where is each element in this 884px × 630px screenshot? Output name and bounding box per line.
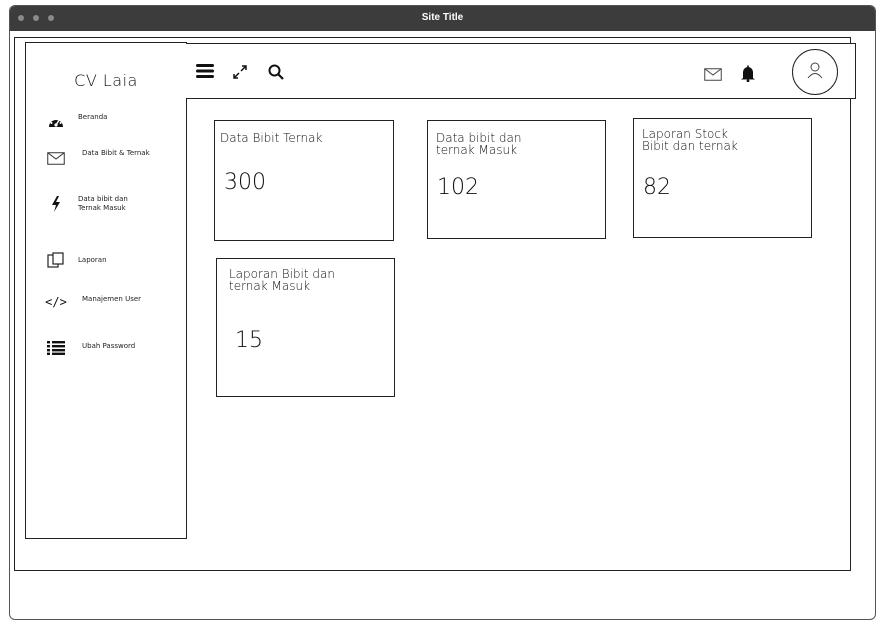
sidebar-item-beranda[interactable]: Beranda [46, 113, 148, 131]
card-value: 300 [224, 170, 266, 195]
card-value: 15 [235, 328, 263, 353]
sidebar-item-data-bibit-masuk[interactable]: Data bibit dan Ternak Masuk [46, 195, 148, 213]
sidebar-item-manajemen-user[interactable]: </> Manajemen User [45, 293, 152, 311]
sidebar-item-label: Manajemen User [82, 295, 142, 303]
card-laporan-bibit-masuk[interactable]: Laporan Bibit dan ternak Masuk 15 [216, 258, 395, 397]
card-value: 82 [643, 175, 671, 200]
brand-name: CV Laia [74, 71, 138, 90]
list-icon [46, 339, 66, 357]
sidebar-item-label: Data Bibit & Ternak [82, 149, 150, 157]
sidebar-item-label: Beranda [78, 113, 108, 121]
card-value: 102 [437, 175, 479, 200]
search-icon[interactable] [268, 64, 284, 84]
dashboard-icon [46, 113, 66, 131]
card-title: Laporan Stock Bibit dan ternak [642, 127, 738, 153]
sidebar-item-label: Laporan [78, 256, 107, 264]
window-title: Site Title [421, 12, 464, 23]
card-title: Laporan Bibit dan ternak Masuk [229, 267, 335, 293]
card-laporan-stock[interactable]: Laporan Stock Bibit dan ternak 82 [633, 118, 812, 238]
card-data-bibit-ternak[interactable]: Data Bibit Ternak 300 [214, 120, 394, 241]
card-title: Data Bibit Ternak [220, 131, 323, 145]
sidebar-item-ubah-password[interactable]: Ubah Password [46, 339, 152, 357]
lightning-icon [46, 195, 66, 213]
top-bar [186, 43, 856, 99]
expand-icon[interactable] [232, 64, 248, 84]
user-avatar[interactable] [792, 49, 838, 95]
menu-icon[interactable] [196, 64, 214, 82]
mail-icon[interactable] [704, 67, 722, 85]
card-title: Data bibit dan ternak Masuk [436, 131, 522, 157]
user-avatar-icon [805, 60, 825, 84]
title-bar: Site Title [10, 6, 875, 31]
envelope-icon [46, 149, 66, 167]
code-icon: </> [45, 295, 67, 309]
sidebar: CV Laia Beranda Data Bibit & Ternak Data… [25, 42, 187, 539]
copy-icon [46, 251, 66, 269]
sidebar-item-label: Data bibit dan Ternak Masuk [78, 195, 128, 212]
sidebar-item-data-bibit-ternak[interactable]: Data Bibit & Ternak [46, 149, 152, 167]
sidebar-item-label: Ubah Password [82, 342, 136, 350]
card-data-bibit-masuk[interactable]: Data bibit dan ternak Masuk 102 [427, 120, 606, 239]
bell-icon[interactable] [740, 65, 756, 86]
sidebar-item-laporan[interactable]: Laporan [46, 251, 148, 269]
